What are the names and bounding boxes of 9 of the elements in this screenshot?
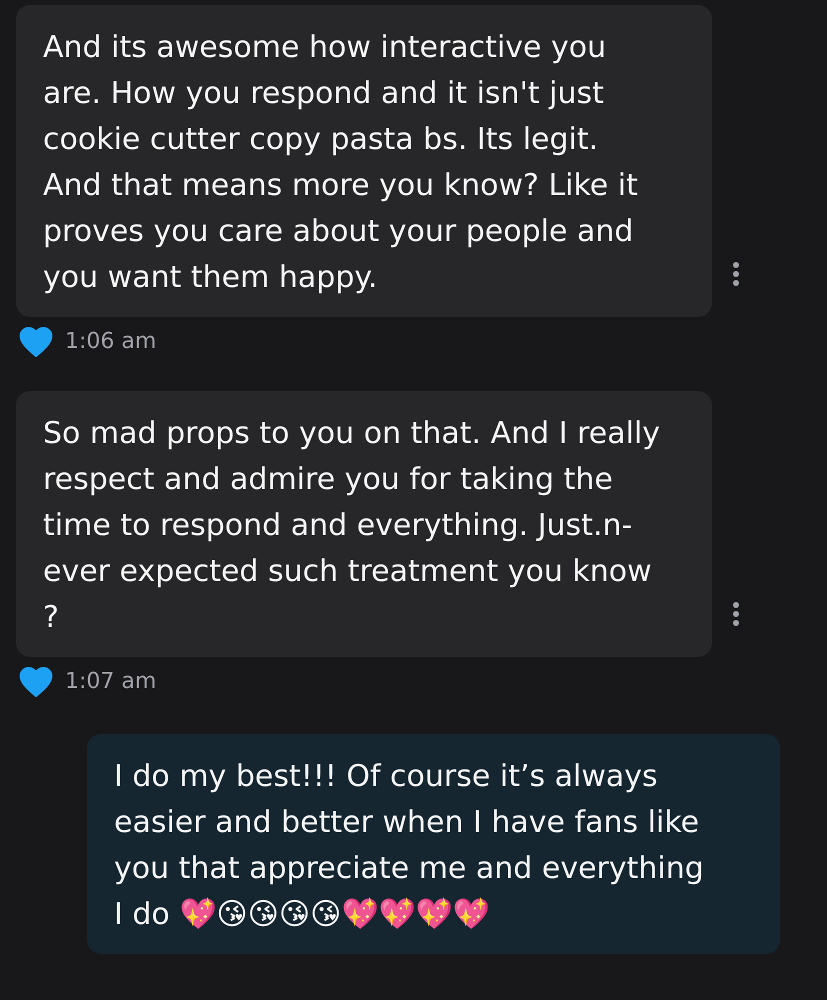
message-text: So mad props to you on that. And I really respect and admire you for taking the time to respond and everything. Just.n- ever expected such treatment you know ? xyxy=(43,415,662,637)
message-time: 1:06 am xyxy=(65,328,156,356)
heart-icon[interactable] xyxy=(19,666,53,696)
message-time: 1:07 am xyxy=(65,668,156,696)
heart-icon[interactable] xyxy=(19,326,53,356)
more-icon[interactable] xyxy=(732,601,740,627)
message-text: I do my best!!! Of course it’s always easier and better when I have fans like you that appreciate me and everything I do 💖😘😘😘😘💖💖💖💖 xyxy=(114,758,705,934)
more-icon[interactable] xyxy=(732,261,740,287)
message-text: And its awesome how interactive you are. How you respond and it isn't just cookie cutter copy pasta bs. Its legit. And that means more you know? Like it proves you care about your people and you want them happy. xyxy=(43,29,639,297)
